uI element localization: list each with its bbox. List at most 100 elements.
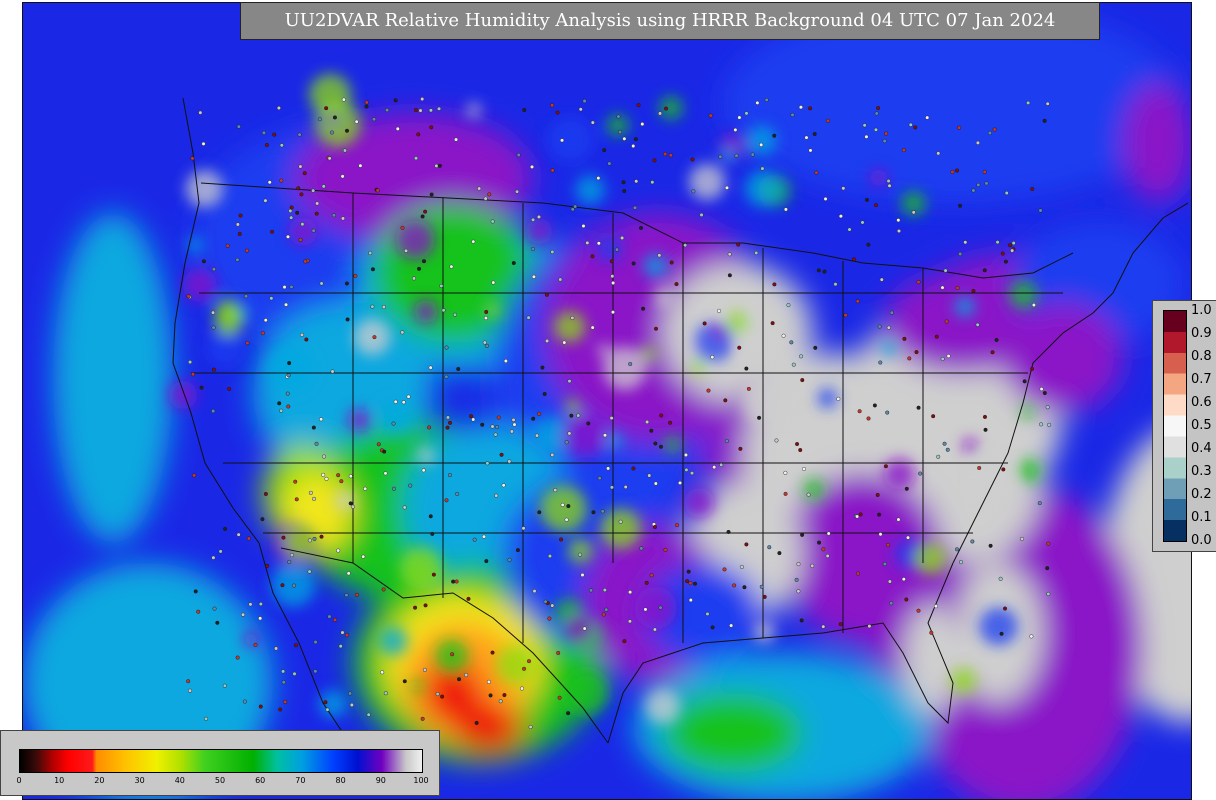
observation-point	[327, 614, 332, 619]
observation-point	[798, 105, 803, 110]
observation-point	[258, 704, 263, 709]
observation-point	[331, 213, 336, 218]
observation-point	[653, 481, 658, 486]
observation-point	[726, 529, 731, 534]
humidity-patch	[347, 408, 371, 432]
observation-point	[381, 587, 386, 592]
observation-point	[393, 399, 398, 404]
observation-point	[488, 693, 493, 698]
observation-point	[795, 442, 800, 447]
observation-point	[550, 603, 555, 608]
observation-point	[395, 126, 400, 131]
observation-point	[652, 158, 657, 163]
observation-point	[324, 476, 329, 481]
humidity-patch	[688, 163, 726, 201]
observation-point	[710, 625, 715, 630]
observation-point	[825, 118, 830, 123]
observation-point	[943, 268, 948, 273]
observation-point	[248, 602, 253, 607]
observation-point	[609, 485, 614, 490]
observation-point	[877, 512, 882, 517]
observation-point	[744, 111, 749, 116]
observation-point	[437, 163, 442, 168]
observation-point	[799, 618, 804, 623]
observation-point	[348, 501, 353, 506]
observation-point	[190, 156, 195, 161]
observation-point	[450, 652, 455, 657]
observation-point	[344, 633, 349, 638]
observation-point	[1020, 536, 1025, 541]
obs-tick-label: 0.7	[1191, 372, 1212, 387]
observation-point	[847, 227, 852, 232]
observation-point	[431, 572, 436, 577]
observation-point	[955, 168, 960, 173]
observation-point	[640, 122, 645, 127]
observation-point	[215, 620, 220, 625]
observation-point	[999, 631, 1004, 636]
observation-point	[291, 583, 296, 588]
observation-point	[582, 99, 587, 104]
observation-point	[940, 356, 945, 361]
observation-point	[755, 100, 760, 105]
obs-colorbar-legend: 1.0 0.9 0.8 0.7 0.6 0.5 0.4 0.3 0.2 0.1 0.0	[1152, 300, 1216, 552]
observation-point	[653, 326, 658, 331]
observation-point	[759, 142, 764, 147]
observation-point	[321, 472, 326, 477]
observation-point	[940, 285, 945, 290]
observation-point	[270, 229, 275, 234]
observation-point	[1011, 241, 1016, 246]
observation-point	[486, 679, 491, 684]
humidity-patch	[634, 586, 677, 630]
observation-point	[540, 365, 545, 370]
observation-point	[597, 476, 602, 481]
observation-point	[263, 198, 268, 203]
observation-point	[444, 345, 449, 350]
observation-point	[913, 125, 918, 130]
observation-point	[211, 409, 216, 414]
observation-point	[447, 473, 452, 478]
observation-point	[685, 579, 690, 584]
observation-point	[936, 151, 941, 156]
observation-point	[596, 241, 601, 246]
observation-point	[918, 471, 923, 476]
observation-point	[729, 623, 734, 628]
rh-analysis-map	[22, 2, 1192, 800]
obs-tick-label: 0.2	[1191, 487, 1212, 502]
observation-point	[285, 234, 290, 239]
observation-point	[1039, 387, 1044, 392]
map-canvas	[23, 3, 1191, 799]
rh-tick-label: 60	[255, 776, 266, 785]
observation-point	[1045, 101, 1050, 106]
observation-point	[236, 532, 241, 537]
observation-point	[531, 217, 536, 222]
humidity-patch	[645, 689, 681, 725]
observation-point	[1046, 541, 1051, 546]
observation-point	[564, 517, 569, 522]
observation-point	[323, 700, 328, 705]
observation-point	[319, 281, 324, 286]
humidity-patch	[266, 345, 313, 392]
observation-point	[235, 222, 240, 227]
observation-point	[477, 186, 482, 191]
observation-point	[485, 461, 490, 466]
observation-point	[381, 305, 386, 310]
observation-point	[958, 251, 963, 256]
observation-point	[582, 626, 587, 631]
observation-point	[904, 486, 909, 491]
observation-point	[490, 424, 495, 429]
observation-point	[391, 421, 396, 426]
observation-point	[557, 695, 562, 700]
observation-point	[742, 585, 747, 590]
observation-point	[531, 274, 536, 279]
obs-colorbar-gradient	[1163, 310, 1187, 542]
observation-point	[796, 589, 801, 594]
observation-point	[653, 441, 658, 446]
observation-point	[507, 557, 512, 562]
humidity-patch	[597, 343, 610, 357]
observation-point	[521, 526, 526, 531]
observation-point	[490, 650, 495, 655]
observation-point	[727, 252, 732, 257]
observation-point	[327, 156, 332, 161]
observation-point	[545, 338, 550, 343]
observation-point	[530, 164, 535, 169]
